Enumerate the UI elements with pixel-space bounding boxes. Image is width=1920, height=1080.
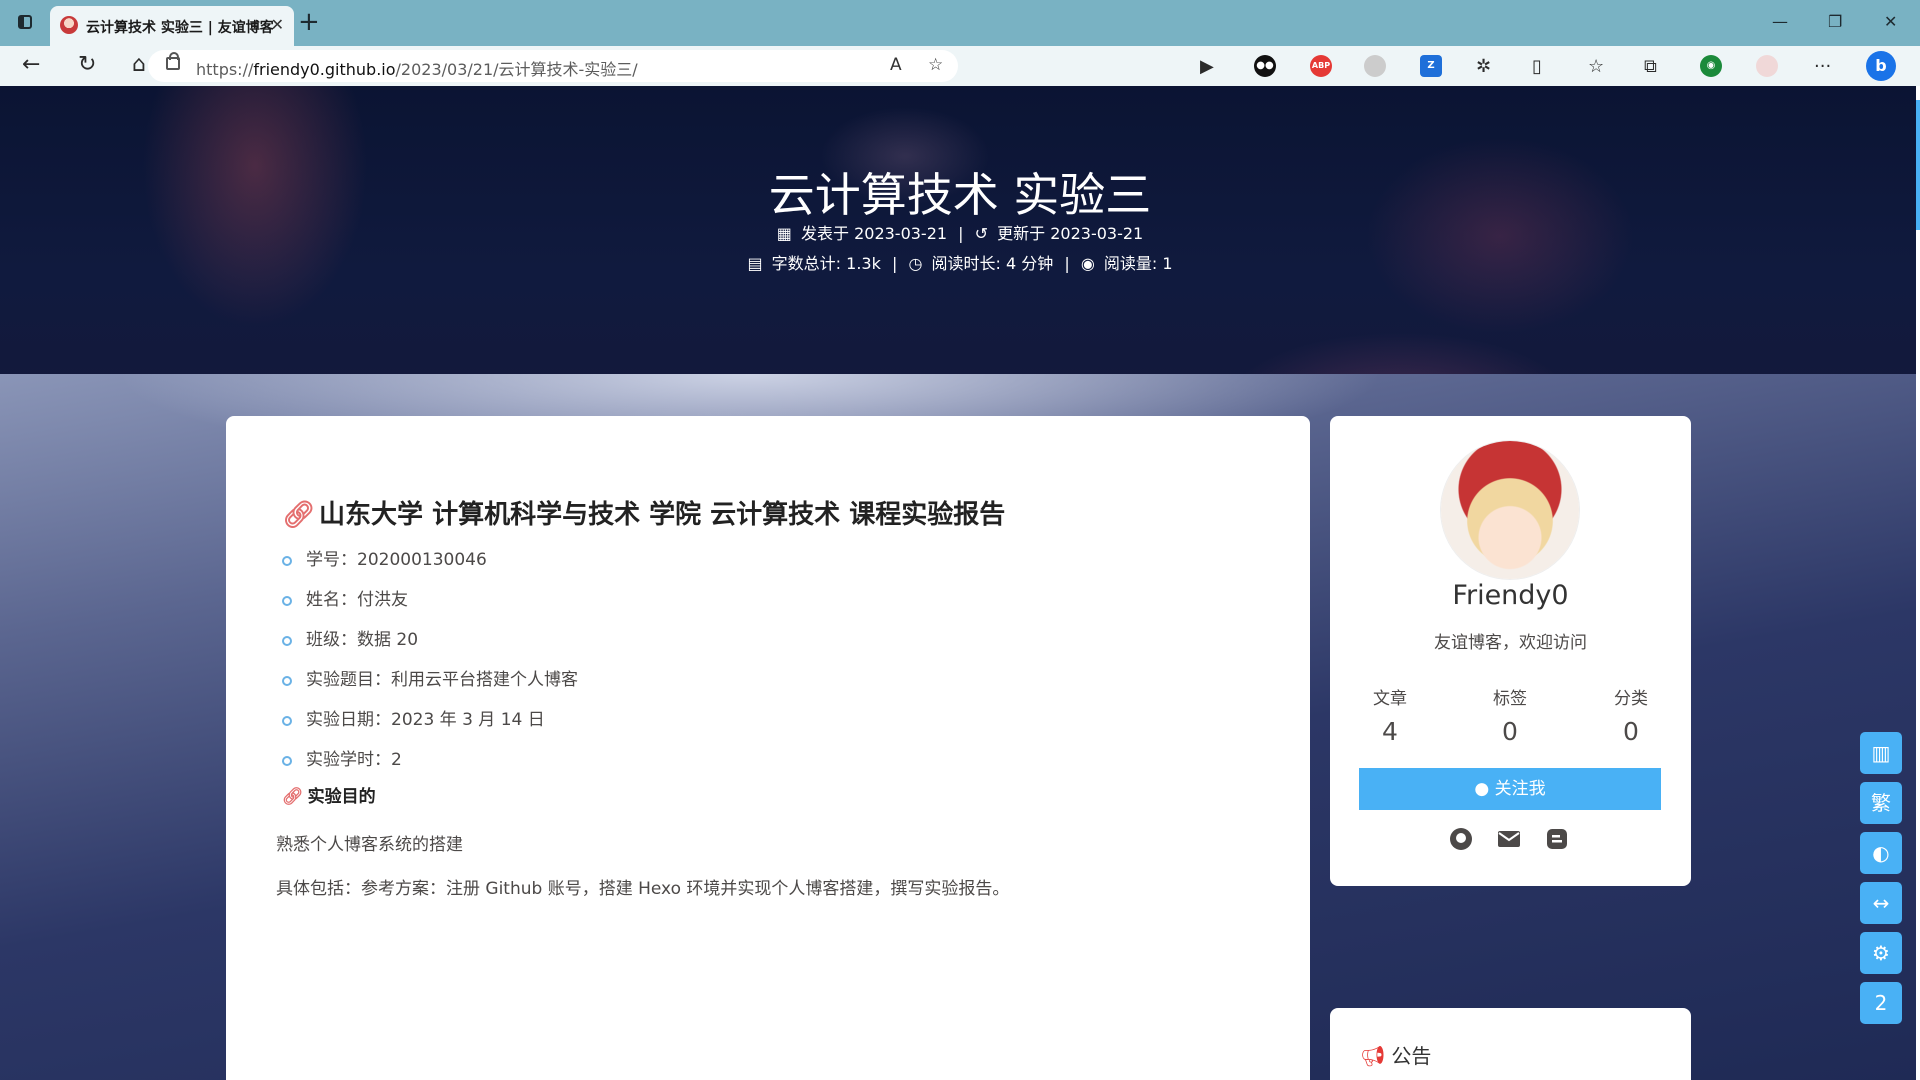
settings-button[interactable]: ⚙: [1860, 932, 1902, 974]
github-icon: ●: [1474, 779, 1490, 799]
author-description: 友谊博客，欢迎访问: [1434, 633, 1587, 653]
stat-label: 标签: [1493, 689, 1527, 709]
meta-separator: |: [958, 224, 964, 243]
post-meta-dates: ▦ 发表于 2023-03-21 | ↺ 更新于 2023-03-21: [0, 220, 1920, 244]
list-item: 实验日期：2023 年 3 月 14 日: [280, 710, 578, 750]
reading-mode-button[interactable]: ▥: [1860, 732, 1902, 774]
published-date: 2023-03-21: [854, 224, 948, 243]
extension-mask-icon[interactable]: ●●: [1254, 55, 1276, 77]
refresh-icon[interactable]: ↻: [78, 52, 96, 78]
section-heading: 🔗︎ 实验目的: [282, 787, 376, 807]
read-aloud-icon[interactable]: A: [890, 55, 902, 75]
dark-mode-button[interactable]: ◐: [1860, 832, 1902, 874]
extensions-puzzle-icon[interactable]: ✲: [1476, 56, 1491, 77]
author-card: Friendy0 友谊博客，欢迎访问 文章 4 标签 0 分类 0 ● 关注我: [1330, 416, 1691, 886]
address-bar[interactable]: https://friendy0.github.io/2023/03/21/云计…: [148, 50, 958, 82]
author-name: Friendy0: [1452, 580, 1569, 611]
calendar-icon: ▦: [776, 224, 792, 243]
follow-button[interactable]: ● 关注我: [1359, 768, 1661, 810]
stat-value: 0: [1502, 717, 1518, 746]
post-title: 云计算技术 实验三: [768, 168, 1152, 222]
tab-close-icon[interactable]: ✕: [271, 15, 284, 34]
stat-tags[interactable]: 标签 0: [1450, 684, 1570, 746]
collections-icon[interactable]: ⧉: [1644, 56, 1657, 77]
list-item: 班级：数据 20: [280, 630, 578, 670]
width-toggle-button[interactable]: ↔: [1860, 882, 1902, 924]
favicon-icon: [60, 16, 78, 34]
stat-label: 文章: [1373, 689, 1407, 709]
contrast-icon: ◐: [1872, 841, 1890, 865]
read-time: 阅读时长: 4 分钟: [931, 254, 1054, 273]
announcement-card: 📢︎ 公告: [1330, 1008, 1691, 1080]
eye-icon: ◉: [1080, 254, 1095, 273]
traditional-chinese-button[interactable]: 繁: [1860, 782, 1902, 824]
add-favorite-icon[interactable]: ☆: [928, 55, 943, 75]
favorites-icon[interactable]: ☆: [1588, 56, 1604, 77]
meta-separator: |: [1064, 254, 1070, 273]
file-word-icon: ▤: [747, 254, 763, 273]
github-icon[interactable]: [1448, 826, 1474, 852]
more-menu-icon[interactable]: ···: [1814, 56, 1831, 77]
stat-value: 0: [1623, 717, 1639, 746]
avatar[interactable]: [1441, 441, 1579, 579]
blogger-icon[interactable]: [1544, 826, 1570, 852]
link-icon[interactable]: 🔗︎: [282, 787, 304, 807]
browser-toolbar: ← ↻ ⌂ https://friendy0.github.io/2023/03…: [0, 46, 1920, 86]
new-tab-button[interactable]: +: [298, 8, 320, 36]
paragraph: 具体包括：参考方案：注册 Github 账号，搭建 Hexo 环境并实现个人博客…: [276, 879, 1010, 899]
extension-cat-icon[interactable]: [1364, 55, 1386, 77]
tab-bar: 云计算技术 实验三 | 友谊博客 ✕ + — ❐ ✕: [0, 0, 1920, 46]
post-meta-stats: ▤ 字数总计: 1.3k | ◷ 阅读时长: 4 分钟 | ◉ 阅读量: 1: [0, 250, 1920, 274]
gear-icon: ⚙: [1872, 941, 1890, 965]
link-icon[interactable]: 🔗︎: [282, 500, 315, 530]
stat-value: 4: [1382, 717, 1398, 746]
minimize-icon[interactable]: —: [1772, 12, 1788, 31]
published-label: 发表于: [800, 224, 849, 243]
lock-icon[interactable]: [166, 52, 180, 70]
adblock-plus-icon[interactable]: ABP: [1310, 55, 1332, 77]
announcement-title: 📢︎ 公告: [1360, 1044, 1432, 1068]
paragraph: 熟悉个人博客系统的搭建: [276, 835, 463, 855]
list-item: 实验题目：利用云平台搭建个人博客: [280, 670, 578, 710]
report-heading: 🔗︎ 山东大学 计算机科学与技术 学院 云计算技术 课程实验报告: [282, 500, 1006, 530]
page-counter-button[interactable]: 2: [1860, 982, 1902, 1024]
updated-label: 更新于: [997, 224, 1046, 243]
updated-date: 2023-03-21: [1050, 224, 1144, 243]
bullhorn-icon: 📢︎: [1360, 1044, 1386, 1068]
tab-title: 云计算技术 实验三 | 友谊博客: [86, 20, 274, 36]
stat-articles[interactable]: 文章 4: [1330, 684, 1450, 746]
active-tab[interactable]: 云计算技术 实验三 | 友谊博客 ✕: [50, 6, 294, 46]
post-content: 🔗︎ 山东大学 计算机科学与技术 学院 云计算技术 课程实验报告 学号：20200…: [226, 416, 1310, 1080]
meta-separator: |: [891, 254, 898, 273]
email-icon[interactable]: [1496, 826, 1522, 852]
view-count: 阅读量: 1: [1103, 254, 1173, 273]
split-screen-icon[interactable]: ▯: [1532, 56, 1542, 77]
scrollbar-track[interactable]: [1916, 86, 1920, 1080]
clock-icon: ◷: [908, 254, 923, 273]
info-list: 学号：202000130046 姓名：付洪友 班级：数据 20 实验题目：利用云…: [280, 550, 578, 790]
history-icon: ↺: [974, 224, 989, 243]
scrollbar-thumb[interactable]: [1916, 100, 1920, 230]
stat-label: 分类: [1614, 689, 1648, 709]
close-window-icon[interactable]: ✕: [1884, 12, 1897, 31]
web-page: 云计算技术 实验三 ▦ 发表于 2023-03-21 | ↺ 更新于 2023-…: [0, 86, 1920, 1080]
tab-actions-icon[interactable]: [18, 15, 32, 29]
home-icon[interactable]: ⌂: [132, 52, 146, 78]
list-item: 学号：202000130046: [280, 550, 578, 590]
bing-copilot-icon[interactable]: b: [1866, 51, 1896, 81]
list-item: 姓名：付洪友: [280, 590, 578, 630]
profile-avatar-icon[interactable]: [1756, 55, 1778, 77]
extension-green-icon[interactable]: ◉: [1700, 55, 1722, 77]
word-count: 字数总计: 1.3k: [771, 254, 881, 273]
book-icon: ▥: [1871, 741, 1891, 765]
extension-z-icon[interactable]: Z: [1420, 55, 1442, 77]
url-text[interactable]: https://friendy0.github.io/2023/03/21/云计…: [196, 56, 638, 80]
play-extension-icon[interactable]: ▶: [1200, 56, 1214, 77]
stat-categories[interactable]: 分类 0: [1571, 684, 1691, 746]
restore-icon[interactable]: ❐: [1828, 12, 1842, 31]
back-icon[interactable]: ←: [22, 52, 40, 78]
arrows-icon: ↔: [1872, 891, 1890, 915]
